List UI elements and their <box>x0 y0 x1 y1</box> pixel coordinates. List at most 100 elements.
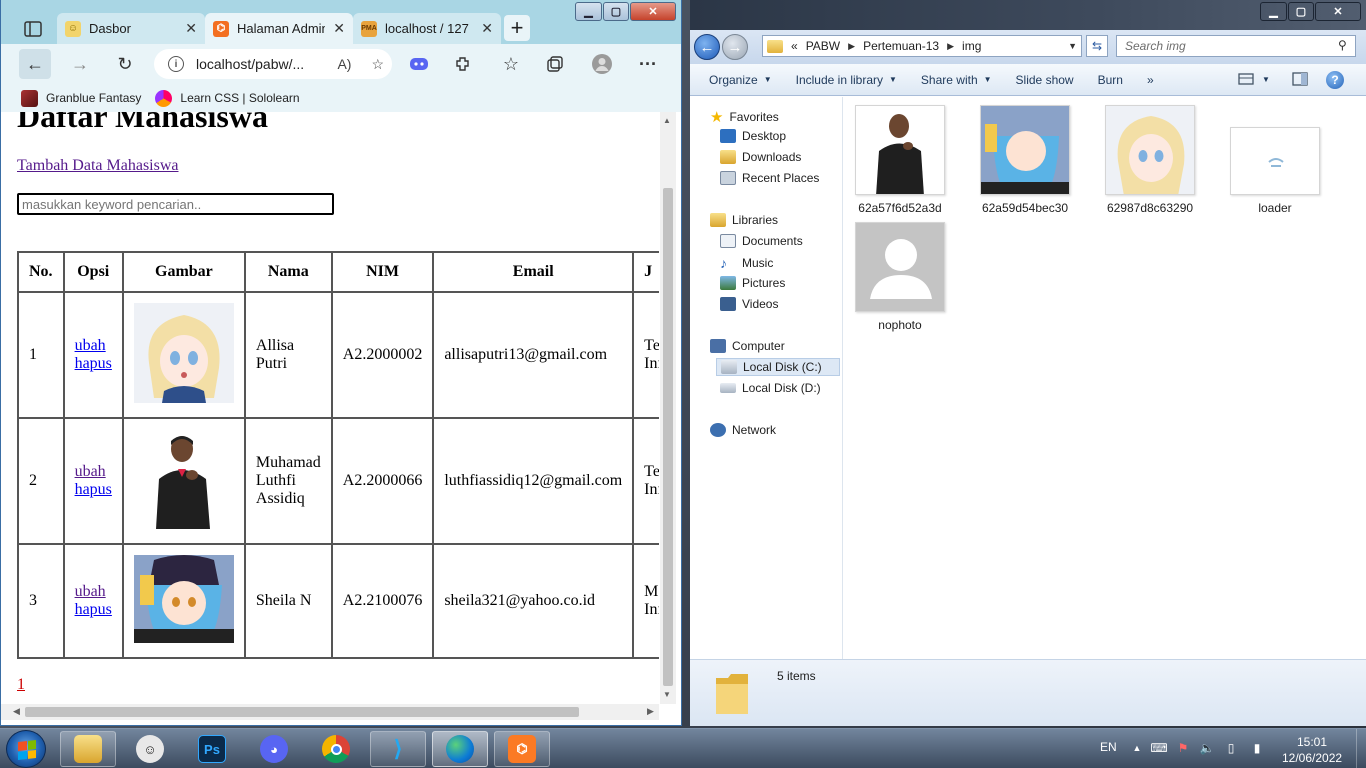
vertical-scrollbar[interactable]: ▲ ▼ <box>660 112 676 704</box>
taskbar-chrome[interactable] <box>308 731 364 767</box>
language-indicator[interactable]: EN <box>1100 740 1117 754</box>
nav-pictures[interactable]: Pictures <box>720 276 785 290</box>
nav-libraries[interactable]: Libraries <box>710 213 778 227</box>
share-with-button[interactable]: Share with ▼ <box>909 73 1004 87</box>
close-tab-icon[interactable]: ✕ <box>333 20 345 37</box>
extensions-icon[interactable] <box>447 49 479 79</box>
nav-recent-places[interactable]: Recent Places <box>720 171 819 185</box>
scroll-up-icon[interactable]: ▲ <box>663 116 671 125</box>
breadcrumb-item[interactable]: Pertemuan-13 <box>863 39 939 53</box>
taskbar-discord[interactable]: ◕ <box>246 731 302 767</box>
start-button[interactable] <box>6 730 46 768</box>
preview-pane-icon[interactable] <box>1292 72 1308 86</box>
minimize-button[interactable]: ▁ <box>575 2 602 21</box>
tab-phpmyadmin[interactable]: PMA localhost / 127 ✕ <box>353 13 501 44</box>
back-button[interactable]: ← <box>694 34 720 60</box>
taskbar-edge[interactable] <box>432 731 488 767</box>
add-favorite-icon[interactable]: ☆ <box>371 56 384 73</box>
breadcrumb-overflow[interactable]: « <box>791 39 798 53</box>
profile-avatar-icon[interactable] <box>586 49 618 79</box>
read-aloud-icon[interactable]: A) <box>337 56 351 72</box>
nav-desktop[interactable]: Desktop <box>720 129 786 143</box>
search-input[interactable] <box>1116 35 1356 57</box>
burn-button[interactable]: Burn <box>1086 73 1135 87</box>
favorites-icon[interactable]: ☆ <box>495 49 527 79</box>
organize-button[interactable]: Organize ▼ <box>690 73 784 87</box>
bookmark-sololearn[interactable]: Learn CSS | Sololearn <box>155 89 300 107</box>
breadcrumb-item[interactable]: PABW <box>806 39 840 53</box>
help-icon[interactable]: ? <box>1326 71 1344 89</box>
nav-computer[interactable]: Computer <box>710 339 785 353</box>
info-icon[interactable]: i <box>168 56 184 72</box>
file-item[interactable]: 62a59d54bec30 <box>965 105 1085 215</box>
add-student-link[interactable]: Tambah Data Mahasiswa <box>17 157 179 175</box>
more-options-icon[interactable]: ··· <box>632 49 664 79</box>
nav-favorites[interactable]: ★ Favorites <box>710 108 779 126</box>
nav-downloads[interactable]: Downloads <box>720 150 801 164</box>
taskbar-photoshop[interactable]: Ps <box>184 731 240 767</box>
maximize-button[interactable]: ▢ <box>1288 2 1314 21</box>
edit-link[interactable]: ubah <box>75 463 112 481</box>
show-desktop-button[interactable] <box>1356 729 1366 768</box>
view-options-icon[interactable] <box>1238 72 1254 86</box>
close-tab-icon[interactable]: ✕ <box>481 20 493 37</box>
tab-actions-icon[interactable] <box>15 14 51 44</box>
more-commands-button[interactable]: » <box>1135 73 1166 87</box>
chevron-right-icon[interactable]: ▶ <box>848 41 855 52</box>
refresh-button[interactable]: ⇆ <box>1086 35 1108 57</box>
collections-icon[interactable] <box>539 49 571 79</box>
minimize-button[interactable]: ▁ <box>1260 2 1287 21</box>
chevron-right-icon[interactable]: ▶ <box>947 41 954 52</box>
nav-local-disk-d[interactable]: Local Disk (D:) <box>720 381 821 395</box>
scroll-thumb[interactable] <box>25 707 579 717</box>
delete-link[interactable]: hapus <box>75 355 112 373</box>
search-icon[interactable]: ⚲ <box>1338 38 1347 52</box>
refresh-button[interactable]: ↻ <box>109 49 141 79</box>
scroll-thumb[interactable] <box>663 188 673 686</box>
chevron-down-icon[interactable]: ▼ <box>1068 41 1077 51</box>
chevron-down-icon[interactable]: ▼ <box>1262 75 1270 84</box>
pagination-link[interactable]: 1 <box>17 676 25 694</box>
breadcrumb-item[interactable]: img <box>962 39 981 53</box>
new-tab-button[interactable]: + <box>504 15 530 41</box>
clock[interactable]: 15:01 12/06/2022 <box>1282 734 1342 766</box>
show-hidden-icons-icon[interactable]: ▲ <box>1130 741 1144 755</box>
taskbar-vscode[interactable]: ⟩ <box>370 731 426 767</box>
taskbar-file-explorer[interactable] <box>60 731 116 767</box>
delete-link[interactable]: hapus <box>75 601 112 619</box>
volume-icon[interactable]: 🔈 <box>1200 741 1215 755</box>
nav-documents[interactable]: Documents <box>720 234 803 248</box>
forward-button[interactable]: → <box>64 49 96 79</box>
edit-link[interactable]: ubah <box>75 337 112 355</box>
scroll-left-icon[interactable]: ◀ <box>13 706 20 717</box>
forward-button[interactable]: → <box>722 34 748 60</box>
nav-videos[interactable]: Videos <box>720 297 778 311</box>
close-tab-icon[interactable]: ✕ <box>185 20 197 37</box>
discord-extension-icon[interactable] <box>403 49 435 79</box>
include-in-library-button[interactable]: Include in library ▼ <box>784 73 909 87</box>
delete-link[interactable]: hapus <box>75 481 112 499</box>
nav-music[interactable]: ♪ Music <box>720 255 773 271</box>
horizontal-scrollbar[interactable]: ◀ ▶ <box>1 704 659 720</box>
close-window-button[interactable]: ✕ <box>630 2 676 21</box>
power-icon[interactable]: ▯ <box>1224 741 1238 755</box>
scroll-down-icon[interactable]: ▼ <box>663 690 671 699</box>
maximize-button[interactable]: ▢ <box>603 2 629 21</box>
file-item[interactable]: loader <box>1215 105 1335 215</box>
back-button[interactable]: ← <box>19 49 51 79</box>
address-bar[interactable]: i localhost/pabw/... A) ☆ <box>154 49 392 79</box>
taskbar-app[interactable]: ☺ <box>122 731 178 767</box>
close-window-button[interactable]: ✕ <box>1315 2 1361 21</box>
edit-link[interactable]: ubah <box>75 583 112 601</box>
network-status-icon[interactable]: ▮ <box>1250 741 1264 755</box>
bookmark-granblue[interactable]: Granblue Fantasy <box>21 89 141 107</box>
taskbar-xampp[interactable]: ⌬ <box>494 731 550 767</box>
slide-show-button[interactable]: Slide show <box>1004 73 1086 87</box>
tab-dasbor[interactable]: ☺ Dasbor ✕ <box>57 13 205 44</box>
file-item[interactable]: nophoto <box>840 222 960 332</box>
search-input[interactable] <box>17 193 334 215</box>
file-item[interactable]: 62a57f6d52a3d <box>840 105 960 215</box>
tab-halaman-admin[interactable]: ⌬ Halaman Admin ✕ <box>205 13 353 44</box>
breadcrumb[interactable]: « PABW ▶ Pertemuan-13 ▶ img ▼ <box>762 35 1082 57</box>
nav-network[interactable]: Network <box>710 423 776 437</box>
